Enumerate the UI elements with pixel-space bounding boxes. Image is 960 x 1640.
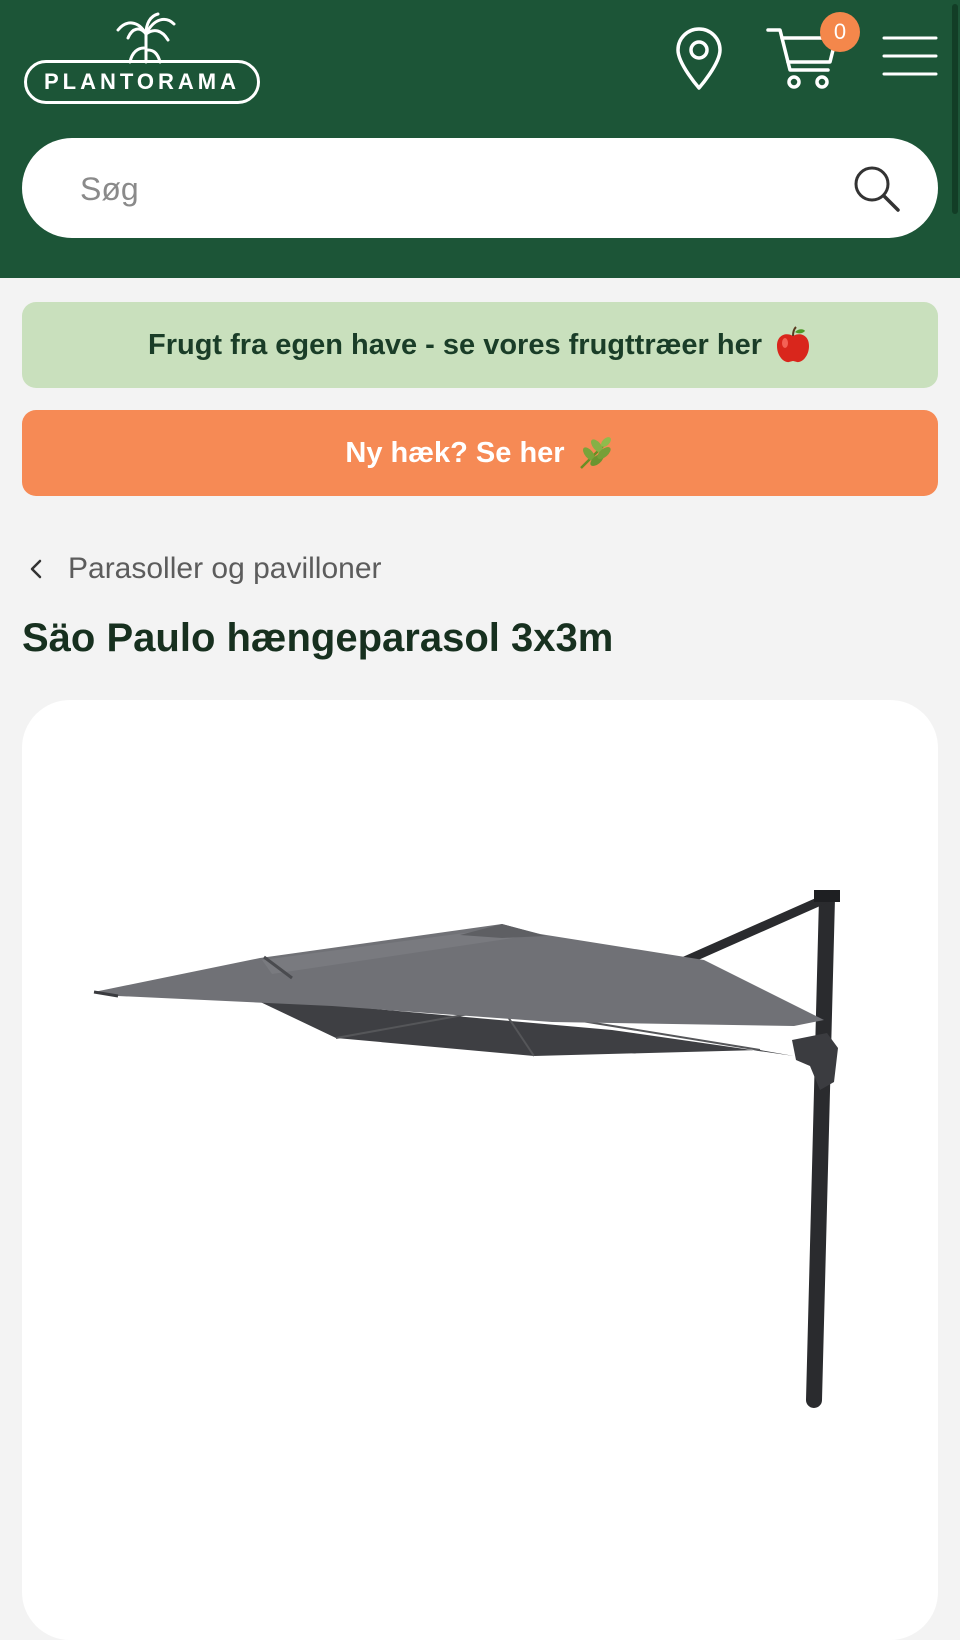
leaf-icon bbox=[579, 437, 611, 469]
chevron-left-icon bbox=[30, 559, 42, 579]
apple-icon bbox=[777, 326, 809, 363]
breadcrumb[interactable]: Parasoller og pavilloner bbox=[22, 548, 382, 590]
logo-wordmark: PLANTORAMA bbox=[24, 60, 260, 104]
location-icon[interactable] bbox=[672, 26, 726, 92]
new-hedge-banner[interactable]: Ny hæk? Se her bbox=[22, 410, 938, 496]
hanging-parasol-image bbox=[93, 890, 840, 1408]
fruit-trees-banner[interactable]: Frugt fra egen have - se vores frugttræe… bbox=[22, 302, 938, 388]
breadcrumb-label: Parasoller og pavilloner bbox=[68, 552, 382, 585]
menu-icon[interactable] bbox=[882, 32, 938, 80]
search-bar bbox=[22, 138, 938, 238]
product-image-card[interactable] bbox=[22, 700, 938, 1640]
palm-logo-icon bbox=[116, 12, 176, 64]
product-title: Säo Paulo hængeparasol 3x3m bbox=[22, 616, 614, 660]
site-header: PLANTORAMA 0 bbox=[0, 0, 960, 278]
search-input[interactable] bbox=[78, 158, 782, 220]
search-icon[interactable] bbox=[852, 164, 902, 214]
scroll-indicator[interactable] bbox=[952, 4, 958, 214]
hedge-banner-text: Ny hæk? Se her bbox=[345, 436, 565, 469]
fruit-banner-text: Frugt fra egen have - se vores frugttræe… bbox=[148, 328, 762, 361]
cart-count-badge: 0 bbox=[820, 12, 860, 52]
plantorama-logo[interactable]: PLANTORAMA bbox=[22, 12, 267, 110]
